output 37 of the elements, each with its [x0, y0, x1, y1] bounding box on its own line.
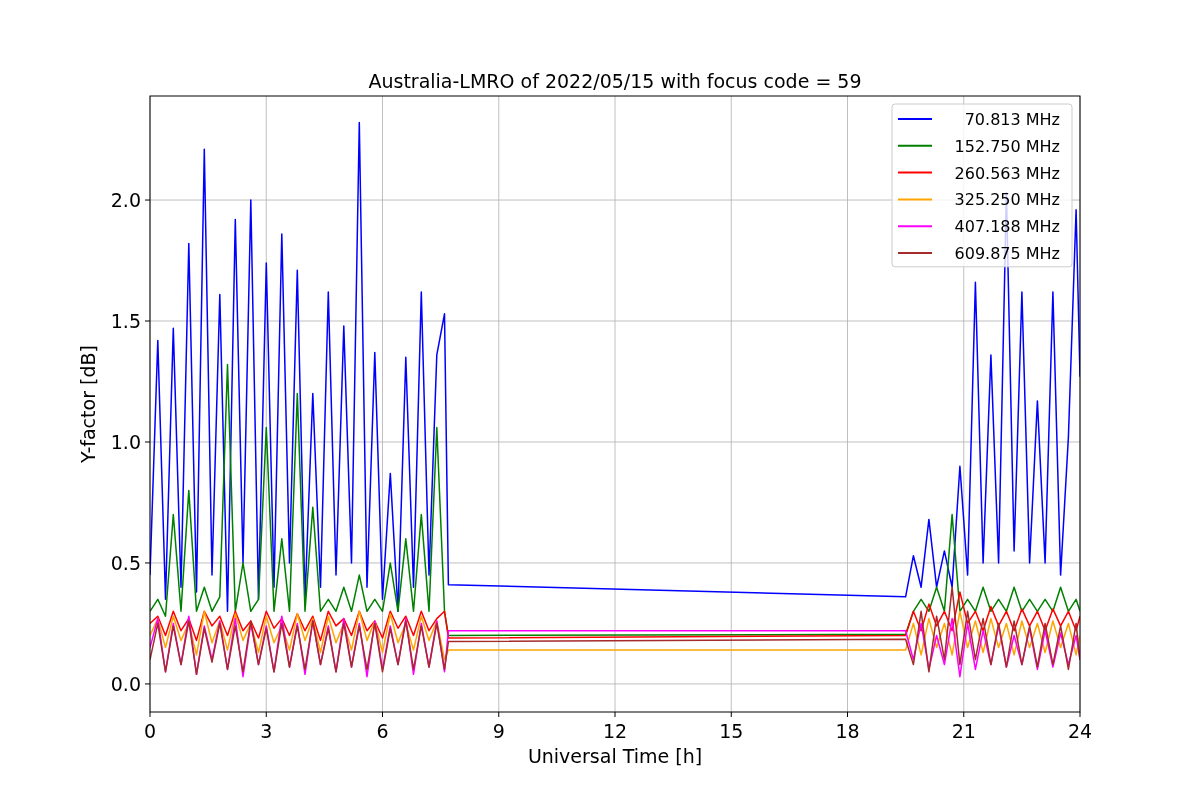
x-tick-label: 0 [143, 720, 157, 742]
x-tick-label: 18 [835, 720, 860, 742]
legend-label: 407.188 MHz [954, 217, 1060, 237]
x-tick-label: 21 [951, 720, 976, 742]
y-axis-label: Y-factor [dB] [77, 345, 99, 463]
tick-mark [730, 711, 732, 718]
x-tick-label: 12 [602, 720, 628, 742]
tick-mark [963, 711, 965, 718]
tick-mark [149, 711, 151, 718]
y-tick-label: 2.0 [110, 189, 141, 212]
tick-mark [144, 199, 151, 201]
legend-label: 70.813 MHz [964, 110, 1060, 129]
y-tick-label: 1.5 [110, 310, 141, 332]
x-tick-label: 3 [260, 720, 273, 742]
chart-title: Australia-LMRO of 2022/05/15 with focus code = 59 [368, 70, 862, 92]
tick-mark [614, 711, 616, 718]
x-tick-label: 24 [1067, 720, 1093, 742]
tick-mark [847, 711, 848, 718]
tick-mark [144, 562, 151, 564]
legend-label: 609.875 MHz [954, 244, 1060, 263]
tick-mark [144, 441, 151, 443]
x-tick-label: 6 [376, 720, 389, 742]
tick-mark [265, 711, 267, 718]
x-tick-label: 15 [719, 720, 744, 742]
x-tick-label: 9 [492, 720, 505, 742]
tick-mark [144, 320, 151, 322]
legend-label: 152.750 MHz [954, 136, 1060, 156]
tick-mark [1079, 711, 1081, 718]
tick-mark [498, 711, 500, 718]
y-tick-label: 0.0 [110, 672, 141, 695]
x-axis-label: Universal Time [h] [527, 745, 703, 767]
legend-label: 260.563 MHz [954, 163, 1060, 183]
y-tick-label: 1.0 [110, 431, 141, 453]
tick-mark [144, 683, 151, 685]
tick-mark [382, 711, 383, 718]
y-tick-label: 0.5 [110, 551, 141, 574]
legend-label: 325.250 MHz [954, 190, 1060, 210]
